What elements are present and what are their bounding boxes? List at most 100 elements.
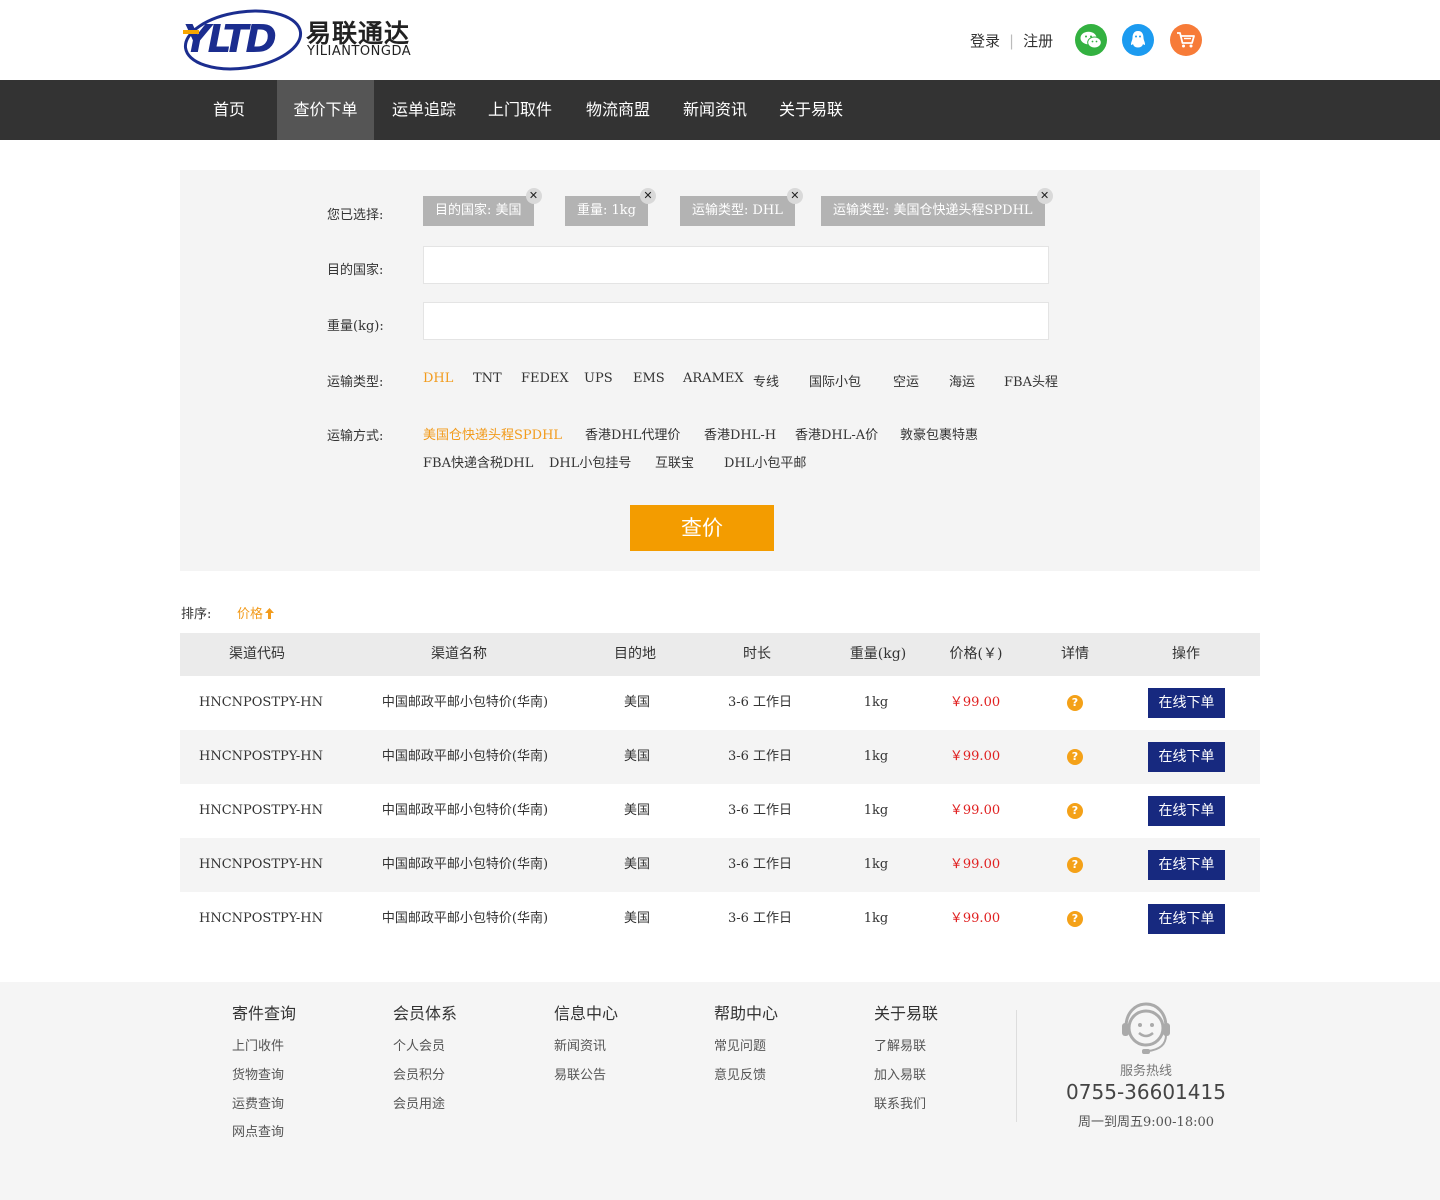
- cell-weight: 1kg: [863, 857, 889, 872]
- order-online-button[interactable]: 在线下单: [1148, 850, 1225, 880]
- cell-weight: 1kg: [863, 695, 889, 710]
- qq-icon[interactable]: [1122, 24, 1154, 56]
- help-icon[interactable]: ?: [1067, 803, 1083, 819]
- type-option-fedex[interactable]: FEDEX: [521, 371, 569, 386]
- cart-icon[interactable]: [1170, 24, 1202, 56]
- nav-item-pickup[interactable]: 上门取件: [472, 80, 568, 140]
- table-row: HNCNPOSTPY-HN 中国邮政平邮小包特价(华南) 美国 3-6 工作日 1kg ￥…: [180, 892, 1260, 946]
- type-option-sea[interactable]: 海运: [949, 371, 975, 390]
- help-icon[interactable]: ?: [1067, 749, 1083, 765]
- filter-chip-weight[interactable]: 重量: 1kg ✕: [565, 188, 656, 226]
- footer-link[interactable]: 常见问题: [714, 1035, 766, 1054]
- type-option-ems[interactable]: EMS: [633, 371, 665, 386]
- country-label: 目的国家:: [327, 263, 384, 278]
- cell-code: HNCNPOSTPY-HN: [198, 749, 324, 764]
- nav-item-about[interactable]: 关于易联: [763, 80, 859, 140]
- footer-link[interactable]: 易联公告: [554, 1064, 606, 1083]
- login-link[interactable]: 登录: [970, 30, 1000, 51]
- sort-label: 排序:: [181, 607, 212, 622]
- footer-link[interactable]: 会员积分: [393, 1064, 445, 1083]
- hotline-number[interactable]: 0755-36601415: [1066, 1080, 1226, 1104]
- register-link[interactable]: 注册: [1023, 30, 1053, 51]
- method-option[interactable]: 美国仓快递头程SPDHL: [423, 424, 562, 443]
- hotline-hours: 周一到周五9:00-18:00: [1077, 1115, 1215, 1130]
- col-header-destination: 目的地: [614, 646, 656, 662]
- cell-duration: 3-6 工作日: [727, 749, 793, 764]
- order-online-button[interactable]: 在线下单: [1148, 796, 1225, 826]
- auth-separator: |: [1009, 31, 1015, 50]
- type-option-air[interactable]: 空运: [893, 371, 919, 390]
- results-table-header: 渠道代码 渠道名称 目的地 时长 重量(kg) 价格(￥) 详情 操作: [180, 633, 1260, 676]
- wechat-icon[interactable]: [1075, 24, 1107, 56]
- order-online-button[interactable]: 在线下单: [1148, 742, 1225, 772]
- close-icon[interactable]: ✕: [639, 188, 656, 204]
- table-row: HNCNPOSTPY-HN 中国邮政平邮小包特价(华南) 美国 3-6 工作日 1kg ￥…: [180, 784, 1260, 838]
- col-header-weight: 重量(kg): [849, 646, 907, 662]
- nav-item-news[interactable]: 新闻资讯: [667, 80, 763, 140]
- col-header-action: 操作: [1172, 646, 1200, 662]
- nav-item-alliance[interactable]: 物流商盟: [570, 80, 666, 140]
- nav-item-home[interactable]: 首页: [196, 80, 262, 140]
- order-online-button[interactable]: 在线下单: [1148, 688, 1225, 718]
- nav-item-price-order[interactable]: 查价下单: [277, 80, 374, 140]
- method-option[interactable]: 敦豪包裹特惠: [900, 424, 978, 443]
- cell-name: 中国邮政平邮小包特价(华南): [381, 749, 549, 764]
- cell-price: ￥99.00: [949, 695, 1001, 710]
- cell-name: 中国邮政平邮小包特价(华南): [381, 695, 549, 710]
- type-option-special-line[interactable]: 专线: [753, 371, 779, 390]
- type-option-intl-parcel[interactable]: 国际小包: [809, 371, 861, 390]
- method-option[interactable]: DHL小包平邮: [724, 452, 806, 471]
- cell-price: ￥99.00: [949, 857, 1001, 872]
- filter-chip-country[interactable]: 目的国家: 美国 ✕: [423, 188, 542, 226]
- sort-by-price[interactable]: 价格: [237, 603, 275, 622]
- method-option[interactable]: 互联宝: [655, 452, 694, 471]
- method-option[interactable]: 香港DHL-H: [704, 424, 776, 443]
- type-option-fba[interactable]: FBA头程: [1004, 371, 1058, 390]
- filter-chip-label: 目的国家: 美国: [435, 203, 522, 218]
- help-icon[interactable]: ?: [1067, 857, 1083, 873]
- footer-link[interactable]: 加入易联: [874, 1064, 926, 1083]
- order-online-button[interactable]: 在线下单: [1148, 904, 1225, 934]
- footer-link[interactable]: 意见反馈: [714, 1064, 766, 1083]
- table-row: HNCNPOSTPY-HN 中国邮政平邮小包特价(华南) 美国 3-6 工作日 1kg ￥…: [180, 676, 1260, 730]
- help-icon[interactable]: ?: [1067, 911, 1083, 927]
- search-price-button[interactable]: 查价: [630, 505, 774, 551]
- cell-name: 中国邮政平邮小包特价(华南): [381, 911, 549, 926]
- table-row: HNCNPOSTPY-HN 中国邮政平邮小包特价(华南) 美国 3-6 工作日 1kg ￥…: [180, 730, 1260, 784]
- close-icon[interactable]: ✕: [1036, 188, 1053, 204]
- footer-link[interactable]: 运费查询: [232, 1093, 284, 1112]
- type-option-ups[interactable]: UPS: [584, 371, 613, 386]
- type-option-dhl[interactable]: DHL: [423, 371, 453, 386]
- footer-link[interactable]: 联系我们: [874, 1093, 926, 1112]
- close-icon[interactable]: ✕: [525, 188, 542, 204]
- footer-link[interactable]: 货物查询: [232, 1064, 284, 1083]
- cell-duration: 3-6 工作日: [727, 803, 793, 818]
- cell-price: ￥99.00: [949, 749, 1001, 764]
- table-row: HNCNPOSTPY-HN 中国邮政平邮小包特价(华南) 美国 3-6 工作日 1kg ￥…: [180, 838, 1260, 892]
- close-icon[interactable]: ✕: [786, 188, 803, 204]
- type-label: 运输类型:: [327, 375, 384, 390]
- cell-duration: 3-6 工作日: [727, 695, 793, 710]
- method-option[interactable]: 香港DHL代理价: [585, 424, 680, 443]
- method-option[interactable]: 香港DHL-A价: [795, 424, 878, 443]
- svg-text:YLTD: YLTD: [183, 17, 275, 61]
- cell-name: 中国邮政平邮小包特价(华南): [381, 803, 549, 818]
- sort-price-label: 价格: [237, 607, 264, 622]
- footer-link[interactable]: 个人会员: [393, 1035, 445, 1054]
- footer-link[interactable]: 了解易联: [874, 1035, 926, 1054]
- footer-link[interactable]: 网点查询: [232, 1121, 284, 1140]
- help-icon[interactable]: ?: [1067, 695, 1083, 711]
- hotline-label: 服务热线: [1119, 1064, 1173, 1079]
- method-option[interactable]: FBA快递含税DHL: [423, 452, 533, 471]
- footer-link[interactable]: 会员用途: [393, 1093, 445, 1112]
- type-option-tnt[interactable]: TNT: [473, 371, 502, 386]
- weight-input[interactable]: [423, 302, 1049, 340]
- type-option-aramex[interactable]: ARAMEX: [683, 371, 744, 386]
- country-input[interactable]: [423, 246, 1049, 284]
- filter-chip-method[interactable]: 运输类型: 美国仓快递头程SPDHL ✕: [821, 188, 1053, 226]
- footer-link[interactable]: 新闻资讯: [554, 1035, 606, 1054]
- footer-link[interactable]: 上门收件: [232, 1035, 284, 1054]
- method-option[interactable]: DHL小包挂号: [549, 452, 631, 471]
- nav-item-tracking[interactable]: 运单追踪: [376, 80, 472, 140]
- filter-chip-type[interactable]: 运输类型: DHL ✕: [680, 188, 803, 226]
